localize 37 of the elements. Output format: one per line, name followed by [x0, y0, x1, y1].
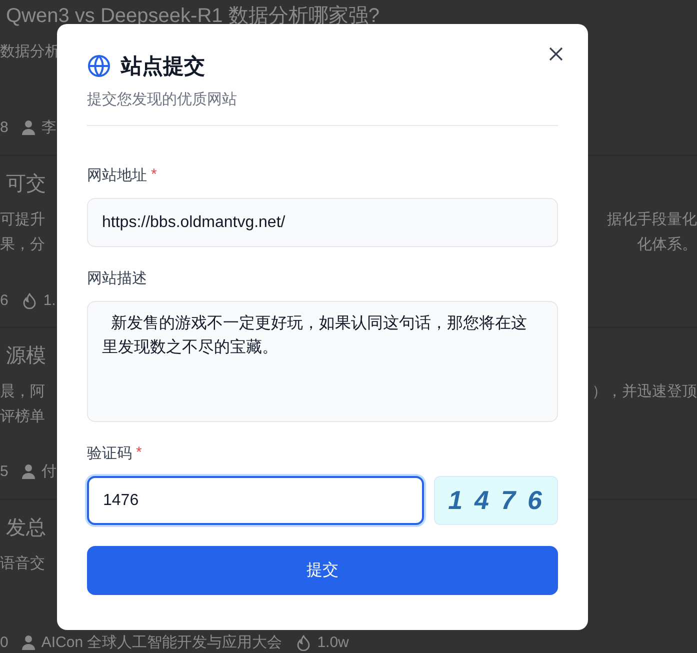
author-name: 李	[41, 118, 56, 137]
field-label: 网站描述	[87, 269, 147, 288]
author-name: 付	[41, 462, 56, 481]
url-field[interactable]: https://bbs.oldmantvg.net/	[87, 198, 558, 247]
captcha-image[interactable]: 1476	[434, 476, 558, 525]
dialog-title: 站点提交	[121, 54, 205, 80]
submit-button[interactable]: 提交	[87, 546, 558, 595]
comment-count: 8	[0, 119, 8, 136]
article-excerpt: 化体系。	[637, 235, 697, 255]
article-excerpt: 晨，阿	[0, 382, 45, 402]
close-icon	[548, 46, 564, 62]
author-name: AICon 全球人工智能开发与应用大会	[41, 633, 282, 652]
article-excerpt: 可提升	[0, 210, 45, 230]
required-mark: *	[136, 444, 142, 463]
view-count: 1.0w	[317, 634, 349, 651]
person-icon	[22, 120, 36, 135]
required-mark: *	[151, 166, 157, 185]
field-label: 验证码	[87, 444, 132, 463]
comment-count: 6	[0, 292, 8, 309]
captcha-field[interactable]: 1476	[87, 476, 424, 525]
description-field[interactable]: 新发售的游戏不一定更好玩，如果认同这句话，那您将在这里发现数之不尽的宝藏。	[87, 301, 558, 422]
globe-icon	[87, 54, 111, 78]
person-icon	[22, 464, 36, 479]
article-excerpt: 评榜单	[0, 407, 45, 427]
flame-icon	[296, 634, 312, 650]
comment-count: 5	[0, 463, 8, 480]
article-excerpt: ），并迅速登顶	[592, 382, 697, 402]
comment-count: 0	[0, 634, 8, 651]
article-excerpt: 据化手段量化	[607, 210, 697, 230]
person-icon	[22, 635, 36, 650]
field-label: 网站地址	[87, 166, 147, 185]
flame-icon	[22, 292, 38, 308]
view-count: 1.	[43, 292, 56, 309]
article-excerpt: 数据分析	[0, 42, 60, 62]
article-excerpt: 语音交	[0, 554, 45, 574]
article-excerpt: 果，分	[0, 235, 45, 255]
dialog-subtitle: 提交您发现的优质网站	[87, 90, 558, 126]
